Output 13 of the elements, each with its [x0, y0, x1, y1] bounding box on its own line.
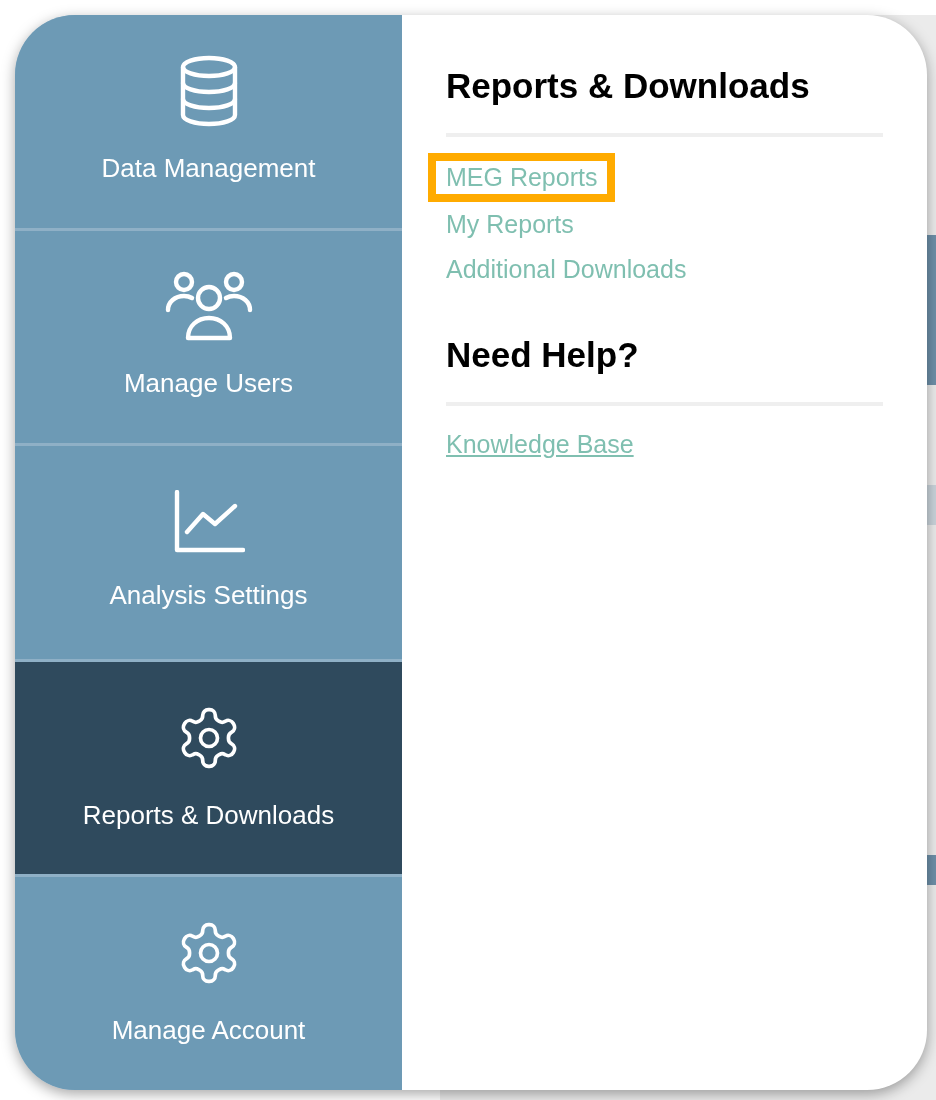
menu-link[interactable]: Knowledge Base [446, 422, 634, 467]
nav-item[interactable]: Reports & Downloads [15, 661, 402, 875]
menu-link[interactable]: My Reports [446, 202, 574, 247]
users-icon [163, 270, 254, 343]
nav-item[interactable]: Manage Users [15, 230, 402, 444]
nav-item[interactable]: Data Management [15, 15, 402, 228]
nav-item[interactable]: Manage Account [15, 877, 402, 1090]
section-heading: Need Help? [446, 334, 640, 376]
nav-item[interactable]: Analysis Settings [15, 446, 402, 659]
section-heading: Reports & Downloads [446, 65, 811, 107]
menu-link[interactable]: Additional Downloads [446, 247, 687, 292]
menu-link[interactable]: MEG Reports [428, 153, 616, 202]
line-chart-icon [172, 490, 245, 554]
